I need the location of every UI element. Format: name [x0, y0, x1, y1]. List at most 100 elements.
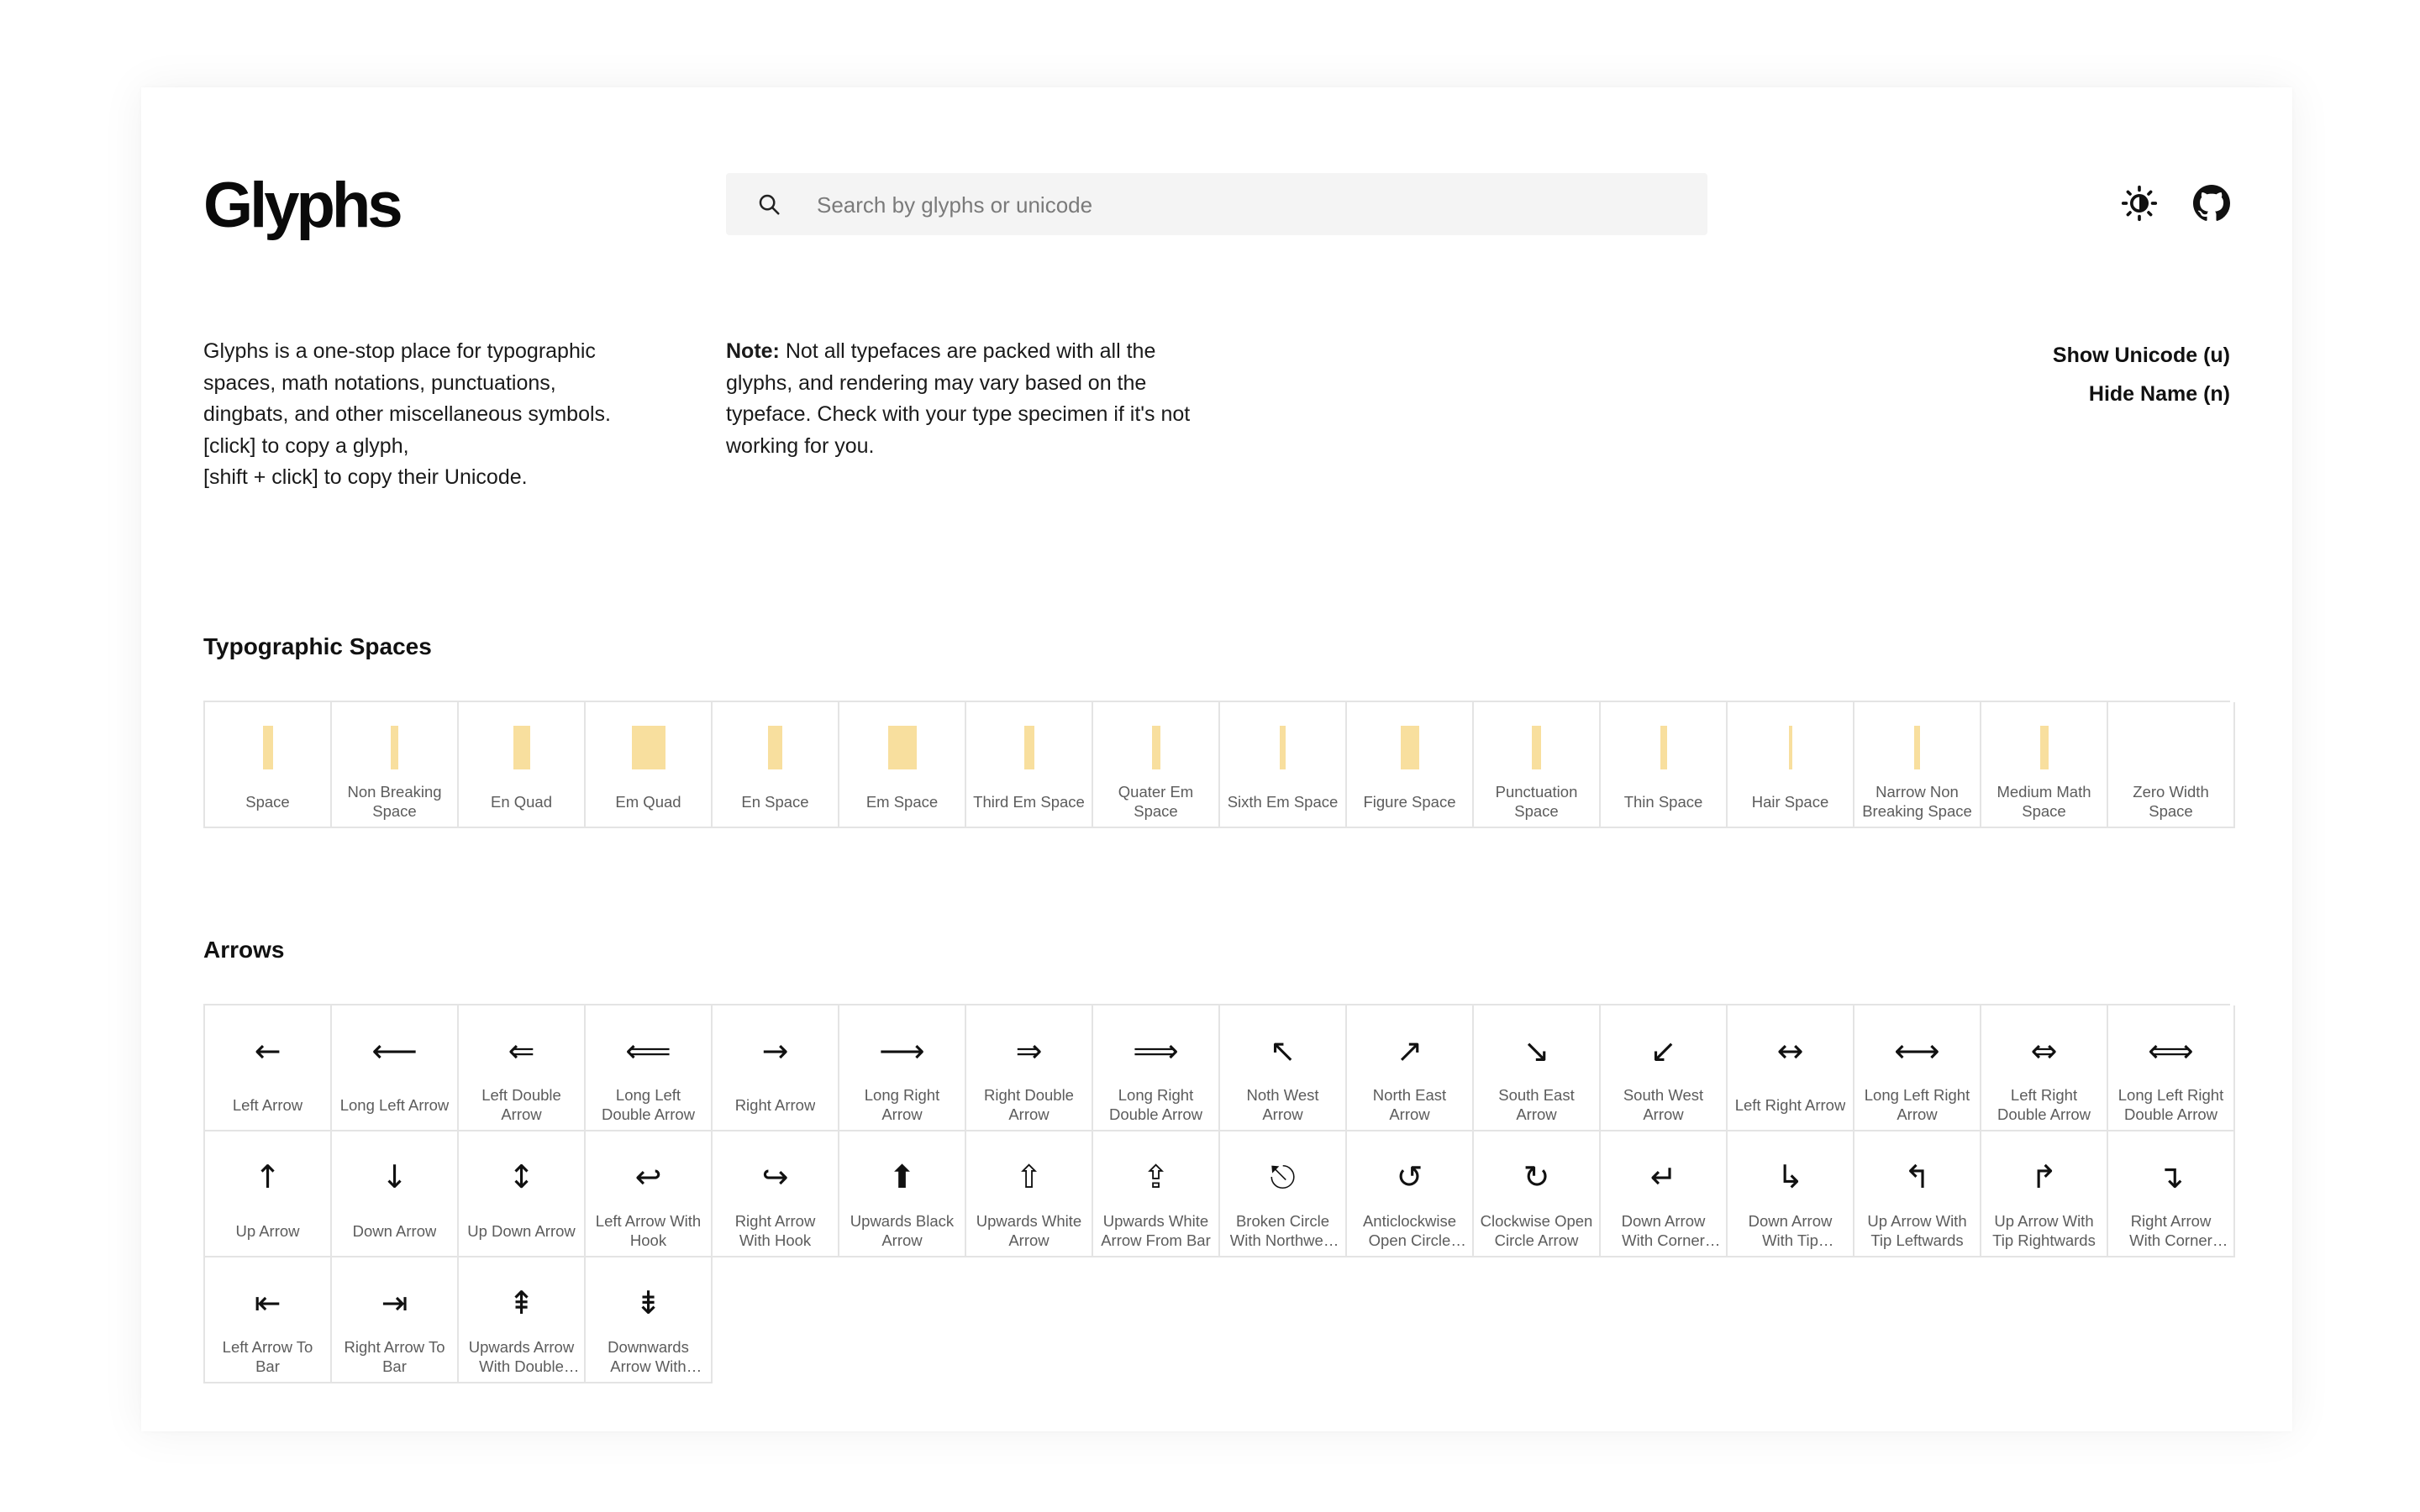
glyph-name: Left Arrow	[210, 1084, 325, 1125]
glyph-cell-narrow-non-breaking-space[interactable]: Narrow Non Breaking Space	[1854, 702, 1981, 828]
glyph-cell-broken-circle-with-northwest-arrow[interactable]: ⎋ Broken Circle With Northwest Arrow	[1220, 1131, 1347, 1257]
glyph-name: Right Arrow With Hook	[718, 1210, 833, 1251]
glyph-cell-right-arrow[interactable]: → Right Arrow	[713, 1005, 839, 1131]
note-label: Note:	[726, 339, 780, 363]
glyph-cell-anticlockwise-open-circle-arrow[interactable]: ↺ Anticlockwise Open Circle Arrow	[1347, 1131, 1474, 1257]
glyph-cell-long-left-right-arrow[interactable]: ⟷ Long Left Right Arrow	[1854, 1005, 1981, 1131]
glyph-cell-left-right-double-arrow[interactable]: ⇔ Left Right Double Arrow	[1981, 1005, 2108, 1131]
show-unicode-toggle[interactable]: Show Unicode (u)	[2053, 336, 2230, 375]
spaces-grid: Space Non Breaking Space En Quad Em Quad En …	[203, 701, 2235, 828]
glyph-cell-south-east-arrow[interactable]: ↘ South East Arrow	[1474, 1005, 1601, 1131]
header: Glyphs	[203, 168, 2230, 244]
glyph-cell-right-arrow-to-bar[interactable]: ⇥ Right Arrow To Bar	[332, 1257, 459, 1383]
glyph-char: ↪	[761, 1158, 789, 1195]
glyph-preview	[205, 722, 330, 773]
glyph-cell-down-arrow-with-corner-leftwards[interactable]: ↵ Down Arrow With Corner Leftwards	[1601, 1131, 1728, 1257]
glyph-cell-upwards-white-arrow-from-bar[interactable]: ⇪ Upwards White Arrow From Bar	[1093, 1131, 1220, 1257]
glyph-cell-upwards-black-arrow[interactable]: ⬆ Upwards Black Arrow	[839, 1131, 966, 1257]
glyph-preview: ↰	[1854, 1152, 1980, 1202]
glyph-name: South East Arrow	[1479, 1084, 1594, 1125]
glyph-char: ⟹	[1133, 1032, 1179, 1069]
logo[interactable]: Glyphs	[203, 168, 403, 244]
glyph-cell-long-left-double-arrow[interactable]: ⟸ Long Left Double Arrow	[586, 1005, 713, 1131]
glyph-cell-left-arrow[interactable]: ← Left Arrow	[205, 1005, 332, 1131]
glyph-cell-long-right-arrow[interactable]: ⟶ Long Right Arrow	[839, 1005, 966, 1131]
glyph-cell-sixth-em-space[interactable]: Sixth Em Space	[1220, 702, 1347, 828]
theme-toggle-button[interactable]	[2121, 185, 2158, 222]
glyph-cell-right-arrow-with-corner-downwards[interactable]: ↴ Right Arrow With Corner Downwards	[2108, 1131, 2235, 1257]
glyph-name: Up Down Arrow	[464, 1210, 579, 1251]
glyph-cell-left-right-arrow[interactable]: ↔ Left Right Arrow	[1728, 1005, 1854, 1131]
glyph-cell-en-quad[interactable]: En Quad	[459, 702, 586, 828]
glyph-cell-up-down-arrow[interactable]: ↕ Up Down Arrow	[459, 1131, 586, 1257]
glyph-preview	[839, 722, 965, 773]
glyph-cell-long-left-arrow[interactable]: ⟵ Long Left Arrow	[332, 1005, 459, 1131]
glyph-name-text: Long Left Right Double Arrow	[2118, 1086, 2224, 1123]
glyph-cell-left-arrow-to-bar[interactable]: ⇤ Left Arrow To Bar	[205, 1257, 332, 1383]
glyph-cell-figure-space[interactable]: Figure Space	[1347, 702, 1474, 828]
glyph-cell-punctuation-space[interactable]: Punctuation Space	[1474, 702, 1601, 828]
glyph-cell-right-double-arrow[interactable]: ⇒ Right Double Arrow	[966, 1005, 1093, 1131]
glyph-cell-long-right-double-arrow[interactable]: ⟹ Long Right Double Arrow	[1093, 1005, 1220, 1131]
glyph-name: Down Arrow With Tip Rightwards	[1733, 1210, 1848, 1251]
glyph-cell-non-breaking-space[interactable]: Non Breaking Space	[332, 702, 459, 828]
glyph-preview	[1601, 722, 1726, 773]
glyph-cell-down-arrow[interactable]: ↓ Down Arrow	[332, 1131, 459, 1257]
space-swatch	[631, 726, 666, 769]
glyph-preview: ↩	[586, 1152, 711, 1202]
glyph-cell-hair-space[interactable]: Hair Space	[1728, 702, 1854, 828]
glyph-char: ⇥	[381, 1284, 408, 1321]
glyph-cell-thin-space[interactable]: Thin Space	[1601, 702, 1728, 828]
glyph-preview: ⇟	[586, 1278, 711, 1328]
glyph-name-text: Up Arrow With Tip Leftwards	[1867, 1212, 1967, 1249]
glyph-cell-noth-west-arrow[interactable]: ↖ Noth West Arrow	[1220, 1005, 1347, 1131]
glyph-preview: ⇪	[1093, 1152, 1218, 1202]
github-icon	[2193, 185, 2230, 221]
intro-line: [click] to copy a glyph,	[203, 433, 409, 458]
glyph-cell-clockwise-open-circle-arrow[interactable]: ↻ Clockwise Open Circle Arrow	[1474, 1131, 1601, 1257]
glyph-preview	[713, 722, 838, 773]
glyph-name-text: South West Arrow	[1623, 1086, 1704, 1123]
glyph-cell-left-double-arrow[interactable]: ⇐ Left Double Arrow	[459, 1005, 586, 1131]
hide-name-toggle[interactable]: Hide Name (n)	[2053, 375, 2230, 413]
glyph-name: Left Right Arrow	[1733, 1084, 1848, 1125]
glyph-preview: ↑	[205, 1152, 330, 1202]
glyph-preview	[1981, 722, 2107, 773]
glyph-cell-medium-math-space[interactable]: Medium Math Space	[1981, 702, 2108, 828]
glyph-cell-up-arrow[interactable]: ↑ Up Arrow	[205, 1131, 332, 1257]
glyph-cell-upwards-arrow-with-double-stroke[interactable]: ⇞ Upwards Arrow With Double Stroke	[459, 1257, 586, 1383]
glyph-char: ⇞	[508, 1284, 535, 1321]
search-bar[interactable]	[726, 173, 1707, 237]
glyph-cell-em-space[interactable]: Em Space	[839, 702, 966, 828]
glyph-cell-quater-em-space[interactable]: Quater Em Space	[1093, 702, 1220, 828]
glyph-name-text: Down Arrow With Corner Leftwards	[1621, 1212, 1706, 1249]
github-link[interactable]	[2193, 185, 2230, 222]
glyph-cell-em-quad[interactable]: Em Quad	[586, 702, 713, 828]
glyph-name-text: Right Arrow	[734, 1095, 816, 1114]
glyph-cell-en-space[interactable]: En Space	[713, 702, 839, 828]
space-swatch	[262, 726, 273, 769]
glyph-cell-space[interactable]: Space	[205, 702, 332, 828]
glyph-cell-left-arrow-with-hook[interactable]: ↩ Left Arrow With Hook	[586, 1131, 713, 1257]
glyph-cell-down-arrow-with-tip-rightwards[interactable]: ↳ Down Arrow With Tip Rightwards	[1728, 1131, 1854, 1257]
glyph-cell-up-arrow-with-tip-rightwards[interactable]: ↱ Up Arrow With Tip Rightwards	[1981, 1131, 2108, 1257]
search-input[interactable]	[815, 173, 1692, 237]
glyph-preview: ⇒	[966, 1026, 1092, 1076]
glyph-cell-upwards-white-arrow[interactable]: ⇧ Upwards White Arrow	[966, 1131, 1093, 1257]
glyph-cell-south-west-arrow[interactable]: ↙ South West Arrow	[1601, 1005, 1728, 1131]
glyph-cell-north-east-arrow[interactable]: ↗ North East Arrow	[1347, 1005, 1474, 1131]
glyph-cell-downwards-arrow-with-double-stroke[interactable]: ⇟ Downwards Arrow With Double Stroke	[586, 1257, 713, 1383]
search-icon	[759, 194, 780, 215]
glyph-preview: ⇔	[1981, 1026, 2107, 1076]
glyph-char: ↓	[381, 1158, 408, 1195]
glyph-cell-long-left-right-double-arrow[interactable]: ⟺ Long Left Right Double Arrow	[2108, 1005, 2235, 1131]
glyph-cell-up-arrow-with-tip-leftwards[interactable]: ↰ Up Arrow With Tip Leftwards	[1854, 1131, 1981, 1257]
glyph-char: →	[761, 1032, 789, 1069]
glyph-cell-third-em-space[interactable]: Third Em Space	[966, 702, 1093, 828]
glyph-cell-right-arrow-with-hook[interactable]: ↪ Right Arrow With Hook	[713, 1131, 839, 1257]
note-text: Note: Not all typefaces are packed with …	[726, 336, 1197, 462]
glyph-name-text: Non Breaking Space	[347, 783, 442, 820]
glyph-cell-zero-width-space[interactable]: Zero Width Space	[2108, 702, 2235, 828]
glyph-preview: ↺	[1347, 1152, 1472, 1202]
glyph-name: Thin Space	[1606, 781, 1721, 822]
